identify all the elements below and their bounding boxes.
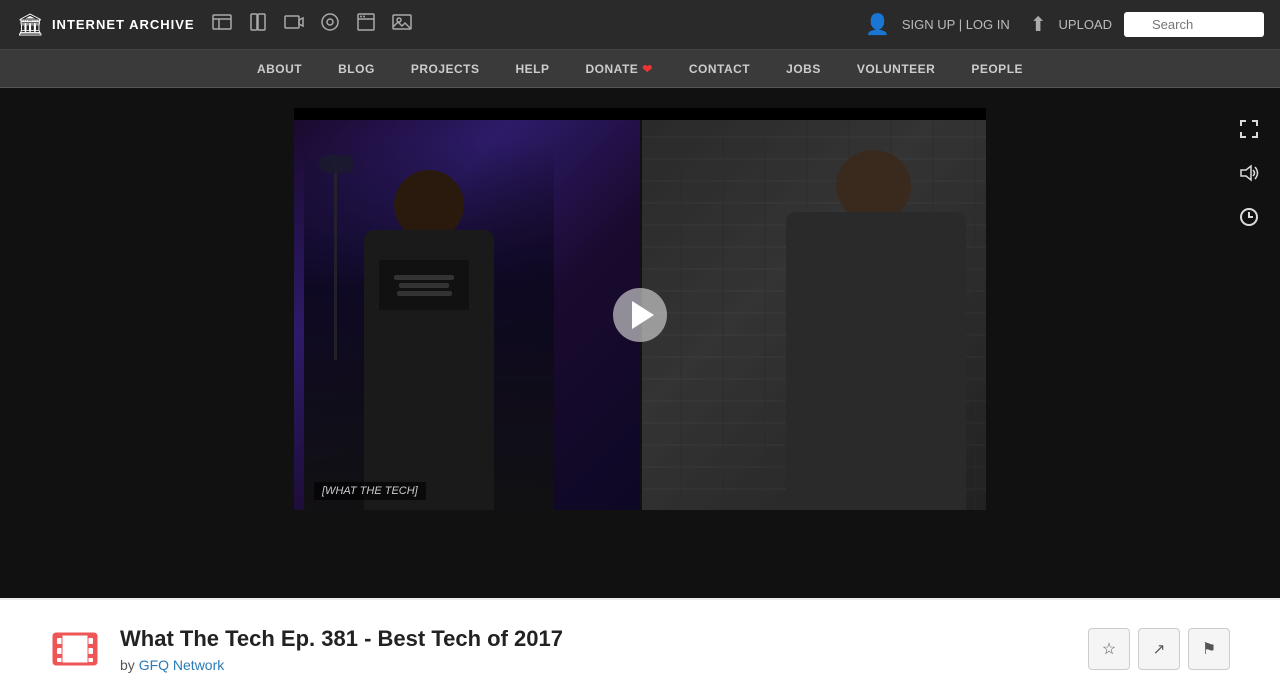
fullscreen-button[interactable] [1238, 118, 1260, 146]
nav-item-contact[interactable]: CONTACT [671, 50, 768, 88]
books-nav-icon[interactable] [247, 11, 269, 38]
film-icon [52, 626, 98, 672]
action-buttons: ☆ ↗ ⚑ [1088, 628, 1230, 670]
search-input[interactable] [1124, 12, 1264, 37]
user-icon: 👤 [865, 12, 890, 37]
flag-icon: ⚑ [1202, 639, 1216, 659]
bottom-bar: What The Tech Ep. 381 - Best Tech of 201… [0, 598, 1280, 698]
nav-item-help[interactable]: HELP [498, 50, 568, 88]
video-right-panel [640, 120, 986, 510]
nav-item-blog[interactable]: BLOG [320, 50, 393, 88]
ia-logo[interactable]: 🏛 INTERNET ARCHIVE [16, 12, 195, 38]
software-nav-icon[interactable] [355, 11, 377, 38]
video-frame: [WHAT THE TECH] [294, 120, 986, 510]
share-icon: ↗ [1153, 640, 1166, 658]
nav-icon-group [211, 11, 413, 39]
images-nav-icon[interactable] [391, 11, 413, 38]
web-nav-icon[interactable] [211, 11, 233, 39]
audio-nav-icon[interactable] [319, 11, 341, 38]
archive-building-icon: 🏛 [16, 12, 44, 38]
side-controls [1238, 118, 1260, 234]
play-button[interactable] [613, 288, 667, 342]
nav-right-area: 👤 SIGN UP | LOG IN ⬆ UPLOAD 🔍 [865, 12, 1264, 37]
favorite-button[interactable]: ☆ [1088, 628, 1130, 670]
nav-item-donate[interactable]: DONATE❤ [568, 50, 671, 88]
volume-button[interactable] [1238, 162, 1260, 190]
nav-item-volunteer[interactable]: VOLUNTEER [839, 50, 954, 88]
nav-item-people[interactable]: PEOPLE [953, 50, 1041, 88]
film-icon-wrapper [50, 624, 100, 674]
top-nav: 🏛 INTERNET ARCHIVE 👤 SIGN UP | LOG IN ⬆ … [0, 0, 1280, 50]
donate-heart-icon: ❤ [642, 62, 653, 76]
video-caption: [WHAT THE TECH] [314, 482, 426, 500]
star-icon: ☆ [1102, 639, 1116, 659]
video-title: What The Tech Ep. 381 - Best Tech of 201… [120, 625, 1068, 654]
nav-item-projects[interactable]: PROJECTS [393, 50, 498, 88]
nav-item-jobs[interactable]: JOBS [768, 50, 839, 88]
history-button[interactable] [1238, 206, 1260, 234]
video-left-panel [294, 120, 640, 510]
play-triangle-icon [632, 301, 654, 329]
upload-link[interactable]: UPLOAD [1059, 17, 1112, 32]
video-container: [WHAT THE TECH] [294, 108, 986, 510]
upload-icon: ⬆ [1030, 12, 1047, 37]
flag-button[interactable]: ⚑ [1188, 628, 1230, 670]
logo-text: INTERNET ARCHIVE [52, 17, 195, 32]
video-nav-icon[interactable] [283, 11, 305, 38]
share-button[interactable]: ↗ [1138, 628, 1180, 670]
title-area: What The Tech Ep. 381 - Best Tech of 201… [120, 625, 1068, 674]
sign-log-link[interactable]: SIGN UP | LOG IN [902, 17, 1010, 32]
secondary-nav: ABOUT BLOG PROJECTS HELP DONATE❤ CONTACT… [0, 50, 1280, 88]
main-content: [WHAT THE TECH] [0, 88, 1280, 598]
search-wrapper: 🔍 [1124, 12, 1264, 37]
author-link[interactable]: GFQ Network [139, 657, 225, 673]
video-by-line: by GFQ Network [120, 657, 1068, 673]
nav-item-about[interactable]: ABOUT [239, 50, 320, 88]
